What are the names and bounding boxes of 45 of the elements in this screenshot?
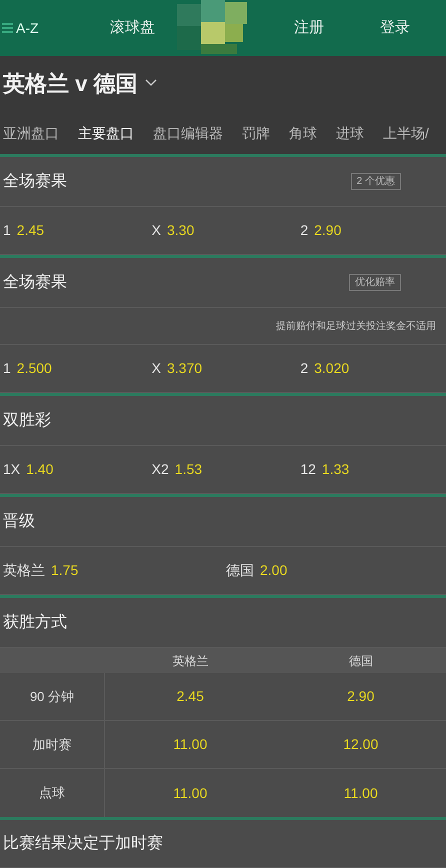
market-note: 提前赔付和足球过关投注奖金不适用 — [276, 320, 436, 334]
market-title: 全场赛果 — [3, 272, 67, 292]
market-title: 全场赛果 — [3, 172, 67, 192]
odds-selection[interactable]: 1 2.500 — [0, 345, 149, 392]
nav-link[interactable]: 注册 — [294, 16, 324, 40]
odds-selection[interactable]: 2 2.90 — [297, 207, 446, 254]
market-title: 晋级 — [3, 512, 35, 532]
odds-button[interactable]: 2.45 — [105, 673, 276, 720]
odds-button[interactable]: 11.00 — [105, 769, 276, 817]
market-tag: 优化赔率 — [349, 274, 401, 291]
odds-selection[interactable]: 1 2.45 — [0, 207, 149, 254]
market-tab[interactable]: 亚洲盘口 — [3, 123, 59, 154]
menu-icon — [2, 23, 13, 33]
nav-link[interactable]: 滚球盘 — [100, 16, 165, 40]
odds-selection[interactable]: 德国 2.00 — [223, 547, 446, 594]
column-header: 英格兰 — [172, 652, 208, 670]
odds-selection[interactable]: X2 1.53 — [148, 446, 298, 493]
market-tag: 2 个优惠 — [350, 173, 401, 190]
row-label: 90 分钟 — [30, 688, 74, 706]
column-header: 德国 — [348, 652, 373, 670]
row-label: 点球 — [39, 784, 65, 802]
odds-button[interactable]: 11.00 — [276, 769, 446, 817]
odds-button[interactable]: 11.00 — [105, 721, 276, 768]
odds-selection[interactable]: 2 3.020 — [297, 345, 446, 392]
chevron-down-icon — [145, 79, 158, 87]
menu-button[interactable]: A-Z — [0, 18, 100, 38]
market-title: 比赛结果决定于加时赛 — [3, 834, 163, 854]
market-tab[interactable]: 角球 — [289, 123, 317, 154]
nav-link[interactable]: 登录 — [380, 16, 410, 40]
odds-selection[interactable]: 12 1.33 — [297, 446, 446, 493]
market-tab[interactable]: 罚牌 — [242, 123, 270, 154]
odds-selection[interactable]: X 3.30 — [148, 207, 298, 254]
event-selector[interactable]: 英格兰 v 德国 — [0, 56, 158, 110]
odds-button[interactable]: 12.00 — [276, 721, 446, 768]
odds-selection[interactable]: 英格兰 1.75 — [0, 547, 223, 594]
market-title: 双胜彩 — [3, 410, 51, 430]
market-tab[interactable]: 上半场/ — [383, 123, 429, 154]
market-tab[interactable]: 进球 — [336, 123, 364, 154]
market-tab[interactable]: 主要盘口 — [78, 123, 134, 154]
row-label: 加时赛 — [32, 736, 72, 754]
market-tab[interactable]: 盘口编辑器 — [153, 123, 223, 154]
odds-selection[interactable]: X 3.370 — [148, 345, 298, 392]
market-title: 获胜方式 — [3, 612, 67, 632]
odds-button[interactable]: 2.90 — [276, 673, 446, 720]
odds-selection[interactable]: 1X 1.40 — [0, 446, 149, 493]
